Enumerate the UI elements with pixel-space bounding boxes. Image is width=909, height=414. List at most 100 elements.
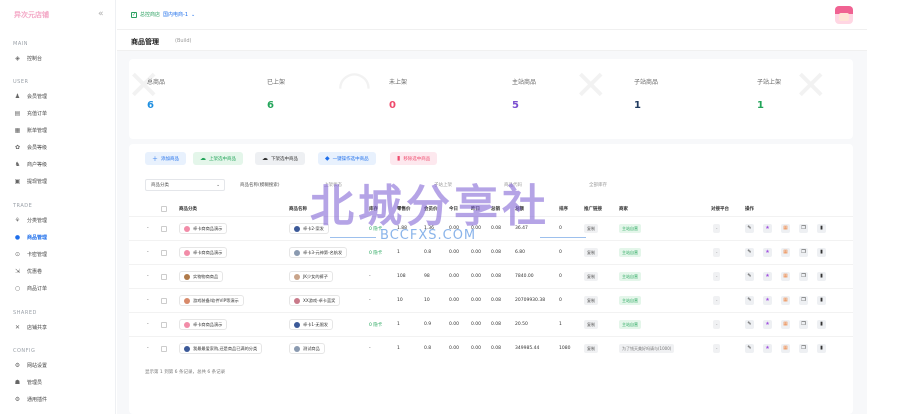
select-all-checkbox[interactable] <box>161 206 167 212</box>
chevron-down-icon: ⌄ <box>216 182 220 188</box>
copy-icon[interactable]: ❐ <box>799 248 808 257</box>
edit-icon[interactable]: ✎ <box>745 344 754 353</box>
remove-selected-button[interactable]: ▮ 移除选中商品 <box>390 152 438 165</box>
star-icon[interactable]: ★ <box>763 248 772 257</box>
coupon-icon: ⇲ <box>14 268 21 275</box>
table-row[interactable]: - 卓卡商商品演示 卓卡1-无限发 0 隐卡 1 0.9 0.00 0.00 0… <box>129 312 853 336</box>
dock-badge: - <box>713 296 721 305</box>
table-row[interactable]: - 卓卡商商品演示 卓卡3-元神第-名航发 0 隐卡 1 0.8 0.00 0.… <box>129 240 853 264</box>
category-icon: ⚘ <box>14 217 21 224</box>
star-icon[interactable]: ★ <box>763 224 772 233</box>
star-icon[interactable]: ★ <box>763 296 772 305</box>
edit-icon[interactable]: ✎ <box>745 224 754 233</box>
grid-icon[interactable]: ▦ <box>781 248 790 257</box>
sidebar-item-member-level[interactable]: ✿ 会员等级 <box>8 141 110 154</box>
stat-main-site: 主站商品 5 <box>512 79 537 111</box>
sidebar-item-merchant-level[interactable]: ♞ 商户等级 <box>8 158 110 171</box>
row-checkbox[interactable] <box>161 298 167 304</box>
watermark-line <box>540 237 586 238</box>
copy-icon[interactable]: ❐ <box>799 272 808 281</box>
sidebar-item-label: 账单管理 <box>27 128 48 134</box>
star-icon[interactable]: ★ <box>763 272 772 281</box>
copy-link-button[interactable]: 复制 <box>584 296 598 305</box>
app-root: { "app":{"logo":"异次元店铺","collapse":"«"},… <box>0 0 909 414</box>
goods-name-chip: 卓卡1-无限发 <box>289 319 334 330</box>
edit-icon[interactable]: ✎ <box>745 248 754 257</box>
stat-off-shelf: 未上架 0 <box>389 79 408 111</box>
edit-icon[interactable]: ✎ <box>745 320 754 329</box>
sidebar-item-label: 会员等级 <box>27 145 48 151</box>
bulk-action-button[interactable]: ◆ 一键操作选中商品 <box>318 152 376 165</box>
collapse-sidebar-icon[interactable]: « <box>98 9 104 19</box>
delete-icon[interactable]: ▮ <box>817 344 826 353</box>
star-icon[interactable]: ★ <box>763 344 772 353</box>
category-chip: 我最最爱家购,还是商品已满的分类 <box>179 343 263 354</box>
name-search-input[interactable]: 商品名称(模糊搜索) <box>235 179 295 191</box>
grid-icon[interactable]: ▦ <box>781 320 790 329</box>
sidebar-item-members[interactable]: ♟ 会员管理 <box>8 90 110 103</box>
table-row[interactable]: - 我最最爱家购,还是商品已满的分类 测试商品 - 1 0.8 0.00 0.0… <box>129 336 853 360</box>
delete-icon[interactable]: ▮ <box>817 320 826 329</box>
row-checkbox[interactable] <box>161 226 167 232</box>
row-checkbox[interactable] <box>161 346 167 352</box>
grid-icon[interactable]: ▦ <box>781 296 790 305</box>
copy-icon[interactable]: ❐ <box>799 296 808 305</box>
shelve-selected-button[interactable]: ☁ 上架选中商品 <box>193 152 243 165</box>
sidebar-item-bills[interactable]: ▦ 账单管理 <box>8 124 110 137</box>
copy-link-button[interactable]: 复制 <box>584 272 598 281</box>
row-checkbox[interactable] <box>161 250 167 256</box>
category-select[interactable]: 商品分类 ⌄ <box>145 179 225 191</box>
grid-icon[interactable]: ▦ <box>781 224 790 233</box>
sidebar-item-recharge[interactable]: ▤ 充值订单 <box>8 107 110 120</box>
sidebar-item-label: 充值订单 <box>27 111 48 117</box>
delete-icon[interactable]: ▮ <box>817 296 826 305</box>
edit-icon[interactable]: ✎ <box>745 296 754 305</box>
shop-badge: 主站自营 <box>619 320 641 329</box>
sidebar-item-coupons[interactable]: ⇲ 优惠卷 <box>8 265 110 278</box>
sidebar-item-withdraw[interactable]: ▣ 提现管理 <box>8 175 110 188</box>
page-subtitle: (Build) <box>175 38 192 44</box>
star-icon[interactable]: ★ <box>763 320 772 329</box>
edit-icon[interactable]: ✎ <box>745 272 754 281</box>
sidebar-item-dashboard[interactable]: ◈ 控制台 <box>8 52 110 65</box>
drop-icon: ◆ <box>325 155 330 162</box>
sidebar-item-admin[interactable]: ☗ 管理员 <box>8 376 110 389</box>
stock-filter[interactable]: 全部库存 <box>584 179 624 191</box>
sidebar-item-plugins[interactable]: ⚙ 通用插件 <box>8 393 110 406</box>
add-goods-button[interactable]: ＋添加商品 <box>145 152 187 165</box>
stats-card: ✕ ◠ ✕ ✕ 总商品 6 已上架 6 未上架 0 主站商品 5 子站商品 1 子站上架 1 <box>127 59 853 139</box>
table-row[interactable]: - 游戏装备/软件VIP等演示 XX游戏-卓卡蓝奖 - 10 10 0.00 0… <box>129 288 853 312</box>
section-trade: TRADE <box>13 203 33 209</box>
sidebar: 异次元店铺 « MAIN ◈ 控制台 USER ♟ 会员管理 ▤ 充值订单 ▦ 账单管理… <box>0 0 116 414</box>
row-checkbox[interactable] <box>161 274 167 280</box>
sidebar-item-settings[interactable]: ⚙ 网站设置 <box>8 359 110 372</box>
plugin-icon: ⚙ <box>14 396 21 403</box>
delete-icon[interactable]: ▮ <box>817 272 826 281</box>
unshelve-selected-button[interactable]: ☁ 下架选中商品 <box>255 152 305 165</box>
sidebar-item-cards[interactable]: ⊙ 卡密管理 <box>8 248 110 261</box>
delete-icon[interactable]: ▮ <box>817 248 826 257</box>
copy-icon[interactable]: ❐ <box>799 344 808 353</box>
grid-icon[interactable]: ▦ <box>781 272 790 281</box>
copy-link-button[interactable]: 复制 <box>584 224 598 233</box>
stat-on-shelf: 已上架 6 <box>267 79 286 111</box>
sidebar-item-goods[interactable]: ● 商品管理 <box>8 231 110 244</box>
table-row[interactable]: - 实物物商商品 JK少女的裤子 - 108 98 0.00 0.00 0.08… <box>129 264 853 288</box>
copy-link-button[interactable]: 复制 <box>584 320 598 329</box>
sidebar-item-category[interactable]: ⚘ 分类管理 <box>8 214 110 227</box>
sidebar-item-share[interactable]: ✕ 店铺共享 <box>8 321 110 334</box>
sidebar-item-orders[interactable]: ○ 商品订单 <box>8 282 110 295</box>
delete-icon[interactable]: ▮ <box>817 224 826 233</box>
stat-total: 总商品 6 <box>147 79 166 111</box>
app-logo[interactable]: 异次元店铺 <box>14 10 49 20</box>
sidebar-item-label: 商品管理 <box>27 235 48 241</box>
site-switcher[interactable]: ✓ 总控商店 国内电商-1 ⌄ <box>131 11 195 18</box>
grid-icon[interactable]: ▦ <box>781 344 790 353</box>
copy-link-button[interactable]: 复制 <box>584 344 598 353</box>
copy-icon[interactable]: ❐ <box>799 320 808 329</box>
row-checkbox[interactable] <box>161 322 167 328</box>
avatar[interactable] <box>835 6 853 24</box>
copy-link-button[interactable]: 复制 <box>584 248 598 257</box>
copy-icon[interactable]: ❐ <box>799 224 808 233</box>
section-config: CONFIG <box>13 348 36 354</box>
